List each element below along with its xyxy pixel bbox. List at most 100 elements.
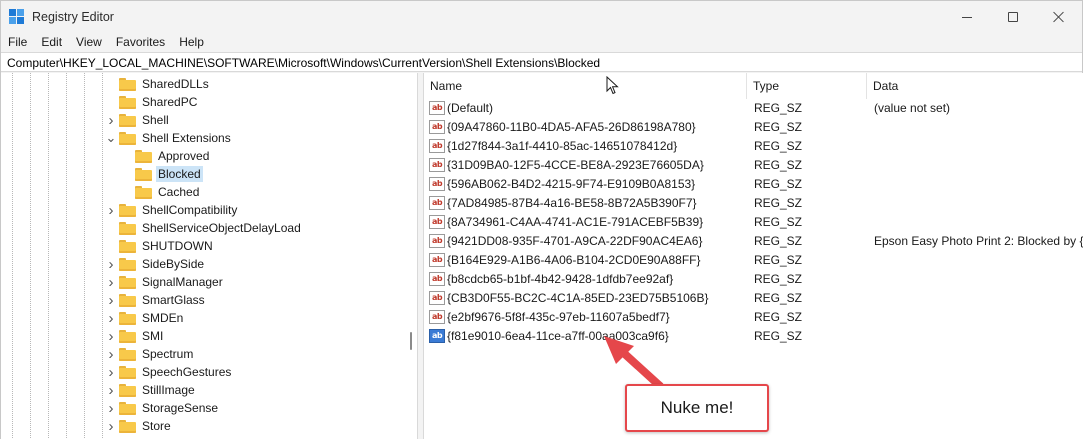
value-row[interactable]: ab {f81e9010-6ea4-11ce-a7ff-00aa003ca9f6}…	[424, 327, 1083, 345]
tree-item-speechgestures[interactable]: › SpeechGestures	[109, 363, 233, 381]
chevron-right-icon[interactable]: ›	[105, 381, 117, 399]
folder-icon	[119, 419, 136, 433]
menu-favorites[interactable]: Favorites	[109, 33, 172, 51]
value-data: Epson Easy Photo Print 2: Blocked by {6	[874, 234, 1083, 248]
value-row[interactable]: ab {CB3D0F55-BC2C-4C1A-85ED-23ED75B5106B}…	[424, 289, 1083, 307]
column-header-data[interactable]: Data	[867, 73, 1083, 99]
tree-guide-lines	[1, 73, 111, 439]
tree-item-smartglass[interactable]: › SmartGlass	[109, 291, 207, 309]
tree-scrollbar[interactable]	[405, 73, 417, 439]
tree-item-shellcompatibility[interactable]: › ShellCompatibility	[109, 201, 239, 219]
value-row[interactable]: ab {9421DD08-935F-4701-A9CA-22DF90AC4EA6}…	[424, 232, 1083, 250]
tree-item-shellserviceobjectdelayload[interactable]: ShellServiceObjectDelayLoad	[119, 219, 303, 237]
value-name: {9421DD08-935F-4701-A9CA-22DF90AC4EA6}	[447, 234, 703, 248]
pane-splitter[interactable]	[417, 73, 424, 439]
value-type: REG_SZ	[754, 120, 803, 134]
folder-icon	[135, 167, 152, 181]
chevron-right-icon[interactable]: ›	[105, 111, 117, 129]
chevron-right-icon[interactable]: ›	[105, 273, 117, 291]
tree-item-blocked[interactable]: Blocked	[135, 165, 203, 183]
close-button[interactable]	[1036, 1, 1082, 33]
value-row[interactable]: ab {B164E929-A1B6-4A06-B104-2CD0E90A88FF}…	[424, 251, 1083, 269]
tree-item-shell[interactable]: › Shell	[109, 111, 171, 129]
chevron-right-icon[interactable]: ›	[105, 417, 117, 435]
value-name: {B164E929-A1B6-4A06-B104-2CD0E90A88FF}	[447, 253, 701, 267]
column-header-name[interactable]: Name	[424, 73, 747, 99]
maximize-button[interactable]	[990, 1, 1036, 33]
tree-item-label: SMI	[142, 329, 164, 343]
value-row[interactable]: ab (Default) REG_SZ (value not set)	[424, 99, 1083, 117]
value-row[interactable]: ab {596AB062-B4D2-4215-9F74-E9109B0A8153}…	[424, 175, 1083, 193]
folder-icon	[119, 365, 136, 379]
value-type: REG_SZ	[754, 196, 803, 210]
chevron-right-icon[interactable]: ›	[105, 201, 117, 219]
tree-item-spectrum[interactable]: › Spectrum	[109, 345, 195, 363]
value-type: REG_SZ	[754, 291, 803, 305]
tree-item-store[interactable]: › Store	[109, 417, 173, 435]
tree-item-shutdown[interactable]: SHUTDOWN	[119, 237, 215, 255]
tree-pane[interactable]: SharedDLLs SharedPC › Shell ⌄ Shell Extension…	[1, 73, 417, 439]
reg-sz-icon: ab	[429, 310, 445, 324]
column-header-type[interactable]: Type	[747, 73, 867, 99]
tree-item-shell-extensions[interactable]: ⌄ Shell Extensions	[106, 129, 233, 147]
tree-item-sidebyside[interactable]: › SideBySide	[109, 255, 206, 273]
minimize-button[interactable]	[944, 1, 990, 33]
tree-item-smi[interactable]: › SMI	[109, 327, 165, 345]
tree-item-shareddlls[interactable]: SharedDLLs	[119, 75, 211, 93]
menu-edit[interactable]: Edit	[34, 33, 69, 51]
maximize-icon	[1008, 12, 1018, 22]
tree-item-label: StorageSense	[142, 401, 219, 415]
tree-item-label: Shell	[142, 113, 169, 127]
value-type: REG_SZ	[754, 215, 803, 229]
folder-icon	[119, 293, 136, 307]
value-row[interactable]: ab {1d27f844-3a1f-4410-85ac-14651078412d}…	[424, 137, 1083, 155]
folder-icon	[119, 77, 136, 91]
value-row[interactable]: ab {8A734961-C4AA-4741-AC1E-791ACEBF5B39}…	[424, 213, 1083, 231]
tree-item-label: Approved	[158, 149, 210, 163]
value-type: REG_SZ	[754, 158, 803, 172]
tree-item-label: SharedPC	[142, 95, 198, 109]
value-type: REG_SZ	[754, 272, 803, 286]
folder-icon	[119, 383, 136, 397]
tree-item-label: SmartGlass	[142, 293, 205, 307]
tree-item-label: Spectrum	[142, 347, 194, 361]
window-title: Registry Editor	[32, 10, 114, 24]
menu-file[interactable]: File	[1, 33, 34, 51]
value-row[interactable]: ab {31D09BA0-12F5-4CCE-BE8A-2923E76605DA}…	[424, 156, 1083, 174]
menu-view[interactable]: View	[69, 33, 109, 51]
folder-icon	[135, 149, 152, 163]
tree-item-stillimage[interactable]: › StillImage	[109, 381, 197, 399]
chevron-right-icon[interactable]: ›	[105, 363, 117, 381]
folder-icon	[119, 275, 136, 289]
tree-item-smden[interactable]: › SMDEn	[109, 309, 185, 327]
tree-item-cached[interactable]: Cached	[135, 183, 201, 201]
value-row[interactable]: ab {e2bf9676-5f8f-435c-97eb-11607a5bedf7}…	[424, 308, 1083, 326]
address-path[interactable]: Computer\HKEY_LOCAL_MACHINE\SOFTWARE\Mic…	[7, 56, 600, 70]
address-bar[interactable]: Computer\HKEY_LOCAL_MACHINE\SOFTWARE\Mic…	[1, 52, 1082, 72]
menu-help[interactable]: Help	[172, 33, 211, 51]
chevron-right-icon[interactable]: ›	[105, 327, 117, 345]
chevron-right-icon[interactable]: ›	[105, 291, 117, 309]
value-name: {f81e9010-6ea4-11ce-a7ff-00aa003ca9f6}	[447, 329, 669, 343]
value-name: {31D09BA0-12F5-4CCE-BE8A-2923E76605DA}	[447, 158, 704, 172]
chevron-down-icon[interactable]: ⌄	[105, 129, 117, 147]
tree-item-label: SignalManager	[142, 275, 223, 289]
tree-item-storagesense[interactable]: › StorageSense	[109, 399, 220, 417]
tree-item-signalmanager[interactable]: › SignalManager	[109, 273, 225, 291]
value-row[interactable]: ab {7AD84985-87B4-4a16-BE58-8B72A5B390F7}…	[424, 194, 1083, 212]
value-row[interactable]: ab {09A47860-11B0-4DA5-AFA5-26D86198A780}…	[424, 118, 1083, 136]
tree-item-label: StillImage	[142, 383, 195, 397]
tree-item-approved[interactable]: Approved	[135, 147, 211, 165]
chevron-right-icon[interactable]: ›	[105, 309, 117, 327]
tree-item-sharedpc[interactable]: SharedPC	[119, 93, 199, 111]
tree-item-label: Cached	[158, 185, 200, 199]
title-bar: Registry Editor	[1, 1, 1082, 33]
folder-icon	[119, 113, 136, 127]
chevron-right-icon[interactable]: ›	[105, 345, 117, 363]
tree-item-label: SpeechGestures	[142, 365, 232, 379]
chevron-right-icon[interactable]: ›	[105, 399, 117, 417]
chevron-right-icon[interactable]: ›	[105, 255, 117, 273]
value-row[interactable]: ab {b8cdcb65-b1bf-4b42-9428-1dfdb7ee92af}…	[424, 270, 1083, 288]
tree-scrollbar-thumb[interactable]	[410, 332, 412, 350]
reg-sz-icon: ab	[429, 272, 445, 286]
